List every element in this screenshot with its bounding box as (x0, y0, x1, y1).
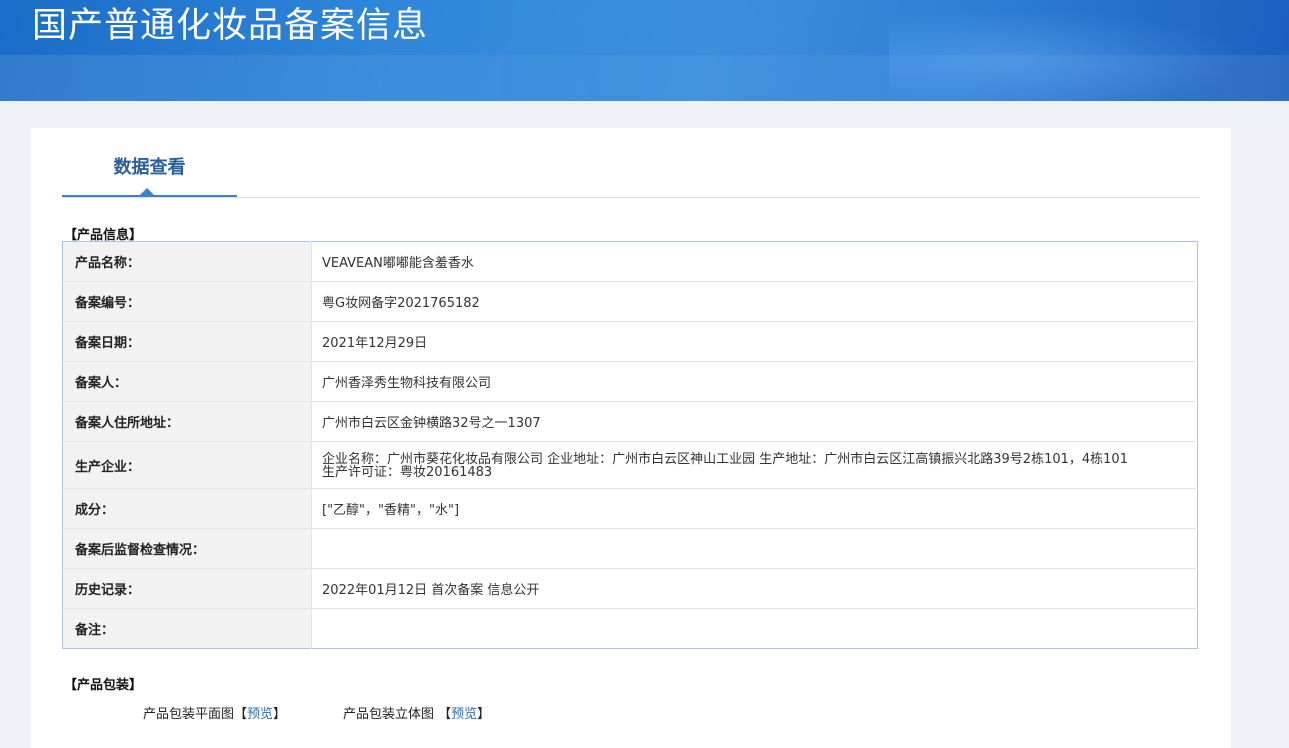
record-number-value: 粤G妆网备字2021765182 (311, 281, 1198, 322)
ingredients-value: ["乙醇"，"香精"，"水"] (311, 488, 1198, 529)
bracket: 【 (434, 707, 452, 722)
row-label: 成分： (62, 488, 312, 529)
table-row: 历史记录： 2022年01月12日 首次备案 信息公开 (62, 568, 1198, 609)
product-name-value: VEAVEAN嘟嘟能含羞香水 (322, 256, 474, 271)
package-heading: 【产品包装】 (64, 678, 143, 693)
manufacturer-value: 企业名称：广州市葵花化妆品有限公司 企业地址：广州市白云区神山工业园 生产地址：… (311, 441, 1198, 489)
header-banner: 国产普通化妆品备案信息 (0, 0, 1289, 101)
row-label: 历史记录： (62, 568, 312, 609)
registrant-value: 广州香泽秀生物科技有限公司 (311, 361, 1198, 402)
production-license: 生产许可证：粤妆20161483 (322, 465, 493, 480)
row-label: 备案日期： (62, 321, 312, 362)
tab-arrow-icon (140, 188, 154, 195)
table-row: 备案人住所地址： 广州市白云区金钟横路32号之一1307 (62, 401, 1198, 442)
table-row: 成分： ["乙醇"，"香精"，"水"] (62, 488, 1198, 529)
package-solid-preview-link[interactable]: 预览 (451, 707, 477, 722)
table-row: 备案日期： 2021年12月29日 (62, 321, 1198, 362)
package-solid-item: 产品包装立体图 【预览】 (343, 703, 490, 722)
row-label: 备案后监督检查情况： (62, 528, 312, 569)
history-value: 2022年01月12日 首次备案 信息公开 (311, 568, 1198, 609)
row-label: 产品名称： (62, 241, 312, 282)
table-row: 备案后监督检查情况： (62, 528, 1198, 569)
table-row: 生产企业： 企业名称：广州市葵花化妆品有限公司 企业地址：广州市白云区神山工业园… (62, 441, 1198, 489)
supervision-value (311, 528, 1198, 569)
row-label: 备案人住所地址： (62, 401, 312, 442)
remarks-value (311, 608, 1198, 649)
table-row: 备案人： 广州香泽秀生物科技有限公司 (62, 361, 1198, 402)
package-solid-label: 产品包装立体图 (343, 707, 435, 722)
product-info-table: 产品名称： VEAVEAN嘟嘟能含羞香水 备案编号： 粤G妆网备字2021765… (62, 241, 1198, 649)
row-label: 生产企业： (62, 441, 312, 489)
table-row: 备注： (62, 608, 1198, 649)
row-label: 备案编号： (62, 281, 312, 322)
package-flat-label: 产品包装平面图 (143, 707, 235, 722)
row-label: 备注： (62, 608, 312, 649)
bracket: 【 (234, 707, 248, 722)
page-title: 国产普通化妆品备案信息 (32, 6, 429, 46)
bracket: 】 (273, 707, 287, 722)
record-date-value: 2021年12月29日 (311, 321, 1198, 362)
package-flat-item: 产品包装平面图【预览】 (143, 703, 286, 722)
tab-divider (62, 197, 1200, 198)
bracket: 】 (477, 707, 491, 722)
registrant-address-value: 广州市白云区金钟横路32号之一1307 (311, 401, 1198, 442)
row-label: 备案人： (62, 361, 312, 402)
package-flat-preview-link[interactable]: 预览 (247, 707, 273, 722)
content-card: 数据查看 【产品信息】 产品名称： VEAVEAN嘟嘟能含羞香水 备案编号： 粤… (31, 128, 1231, 748)
table-row: 产品名称： VEAVEAN嘟嘟能含羞香水 (62, 241, 1198, 282)
table-row: 备案编号： 粤G妆网备字2021765182 (62, 281, 1198, 322)
